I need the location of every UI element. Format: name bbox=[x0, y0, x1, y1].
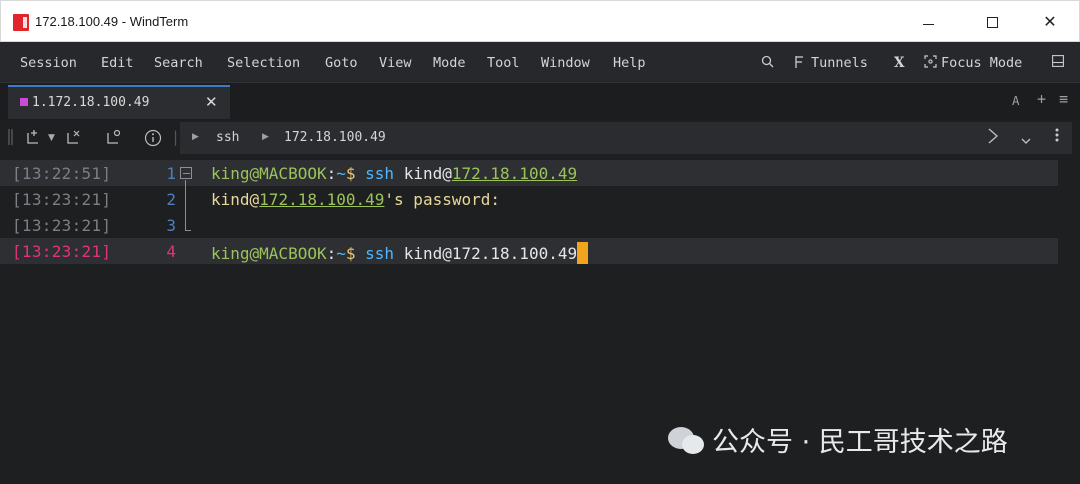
tab-close-icon[interactable]: ✕ bbox=[205, 93, 218, 111]
menu-mode[interactable]: Mode bbox=[433, 55, 466, 71]
menu-session[interactable]: Session bbox=[20, 55, 77, 71]
command-user: kind@ bbox=[403, 244, 452, 263]
tab-a-button[interactable]: A bbox=[1012, 93, 1020, 108]
menu-search[interactable]: Search bbox=[154, 55, 203, 71]
prompt-dir: ~ bbox=[336, 244, 346, 263]
menu-view[interactable]: View bbox=[379, 55, 412, 71]
terminal-line-active: [13:23:21] 4 king@MACBOOK:~$ ssh kind@17… bbox=[0, 238, 1058, 264]
maximize-button[interactable] bbox=[969, 9, 1015, 35]
tab-session-1[interactable]: 1.172.18.100.49 ✕ bbox=[8, 85, 230, 119]
command-name: ssh bbox=[365, 244, 395, 263]
text-cursor bbox=[577, 242, 589, 264]
breadcrumb-arrow-icon: ▶ bbox=[262, 131, 269, 141]
line-timestamp: [13:23:21] bbox=[12, 216, 112, 235]
wechat-icon bbox=[668, 423, 706, 457]
command-name: ssh bbox=[365, 164, 395, 183]
terminal-line: [13:22:51] 1 king@MACBOOK:~$ ssh kind@17… bbox=[0, 160, 1058, 186]
line-content: kind@172.18.100.49's password: bbox=[211, 190, 500, 209]
toolbar-grip-icon bbox=[8, 128, 14, 150]
tab-menu-icon[interactable]: ≡ bbox=[1059, 90, 1068, 108]
x-button[interactable]: X bbox=[894, 55, 904, 71]
prompt-separator: : bbox=[326, 164, 337, 183]
prompt-user: king@MACBOOK bbox=[211, 164, 327, 183]
toolbar-divider: | bbox=[173, 128, 179, 146]
breadcrumb: ▶ ssh ▶ 172.18.100.49 bbox=[180, 122, 1072, 154]
prompt-separator: : bbox=[326, 244, 337, 263]
tunnels-button[interactable]: Tunnels bbox=[811, 55, 868, 71]
command-host-link[interactable]: 172.18.100.49 bbox=[452, 164, 577, 183]
breadcrumb-host[interactable]: 172.18.100.49 bbox=[284, 130, 386, 145]
line-number: 3 bbox=[166, 216, 176, 235]
menu-edit[interactable]: Edit bbox=[101, 55, 134, 71]
command-host: 172.18.100.49 bbox=[451, 244, 578, 263]
window-title: 172.18.100.49 - WindTerm bbox=[35, 14, 189, 29]
focus-mode-button[interactable]: Focus Mode bbox=[941, 55, 1022, 71]
line-timestamp: [13:22:51] bbox=[12, 164, 112, 183]
fold-collapse-icon[interactable] bbox=[180, 167, 192, 179]
breadcrumb-ssh[interactable]: ssh bbox=[216, 130, 239, 145]
watermark: 公众号 · 民工哥技术之路 bbox=[668, 420, 1008, 459]
close-icon: ✕ bbox=[1043, 14, 1057, 31]
prompt-dollar: $ bbox=[345, 244, 356, 263]
close-window-button[interactable]: ✕ bbox=[1027, 9, 1073, 35]
line-number: 4 bbox=[166, 242, 176, 261]
tab-color-marker bbox=[20, 98, 28, 106]
panel-toggle-icon[interactable] bbox=[1052, 55, 1064, 71]
minimize-button[interactable] bbox=[905, 9, 951, 35]
session-toolbar: ▼ | ▶ ssh ▶ 172.18.100.49 bbox=[0, 120, 1080, 156]
password-prompt: 's password: bbox=[384, 190, 500, 209]
fold-guide-end bbox=[185, 230, 191, 231]
command-user: kind@ bbox=[403, 164, 452, 183]
watermark-text: 公众号 · 民工哥技术之路 bbox=[712, 427, 1008, 458]
menu-window[interactable]: Window bbox=[541, 55, 590, 71]
menu-goto[interactable]: Goto bbox=[325, 55, 358, 71]
terminal-line: [13:23:21] 3 bbox=[0, 212, 1060, 238]
focus-mode-icon bbox=[924, 55, 937, 72]
info-icon[interactable] bbox=[144, 129, 162, 151]
output-user: kind@ bbox=[211, 190, 260, 209]
terminal-line: [13:23:21] 2 kind@172.18.100.49's passwo… bbox=[0, 186, 1060, 212]
prompt-dir: ~ bbox=[336, 164, 346, 183]
breadcrumb-arrow-icon: ▶ bbox=[192, 131, 199, 141]
menu-tool[interactable]: Tool bbox=[487, 55, 520, 71]
prompt-user: king@MACBOOK bbox=[211, 244, 327, 263]
menu-help[interactable]: Help bbox=[613, 55, 646, 71]
line-content: king@MACBOOK:~$ ssh kind@172.18.100.49 bbox=[211, 242, 589, 264]
new-session-icon[interactable] bbox=[26, 129, 42, 149]
window-titlebar: 172.18.100.49 - WindTerm ✕ bbox=[0, 0, 1080, 42]
line-timestamp: [13:23:21] bbox=[12, 242, 112, 261]
windterm-app-icon bbox=[13, 14, 29, 31]
line-number: 1 bbox=[166, 164, 176, 183]
output-host-link[interactable]: 172.18.100.49 bbox=[259, 190, 384, 209]
new-tab-button[interactable]: + bbox=[1037, 90, 1046, 108]
line-number: 2 bbox=[166, 190, 176, 209]
menu-bar: Session Edit Search Selection Goto View … bbox=[0, 42, 1080, 82]
chevron-right-icon[interactable] bbox=[987, 126, 999, 152]
tab-bar: 1.172.18.100.49 ✕ A + ≡ bbox=[0, 82, 1080, 120]
chevron-down-icon[interactable] bbox=[1020, 130, 1032, 152]
line-timestamp: [13:23:21] bbox=[12, 190, 112, 209]
duplicate-session-icon[interactable] bbox=[106, 129, 122, 149]
tab-label: 1.172.18.100.49 bbox=[32, 95, 150, 110]
menu-selection[interactable]: Selection bbox=[227, 55, 300, 71]
prompt-dollar: $ bbox=[345, 164, 356, 183]
tunnels-icon bbox=[793, 55, 805, 73]
maximize-icon bbox=[986, 16, 998, 28]
line-content: king@MACBOOK:~$ ssh kind@172.18.100.49 bbox=[211, 164, 577, 183]
more-options-icon[interactable] bbox=[1055, 125, 1059, 149]
close-session-icon[interactable] bbox=[66, 129, 82, 149]
minimize-icon bbox=[922, 23, 934, 25]
dropdown-chevron-icon[interactable]: ▼ bbox=[48, 133, 55, 143]
search-icon[interactable] bbox=[761, 55, 774, 72]
fold-guide-line bbox=[185, 180, 186, 230]
